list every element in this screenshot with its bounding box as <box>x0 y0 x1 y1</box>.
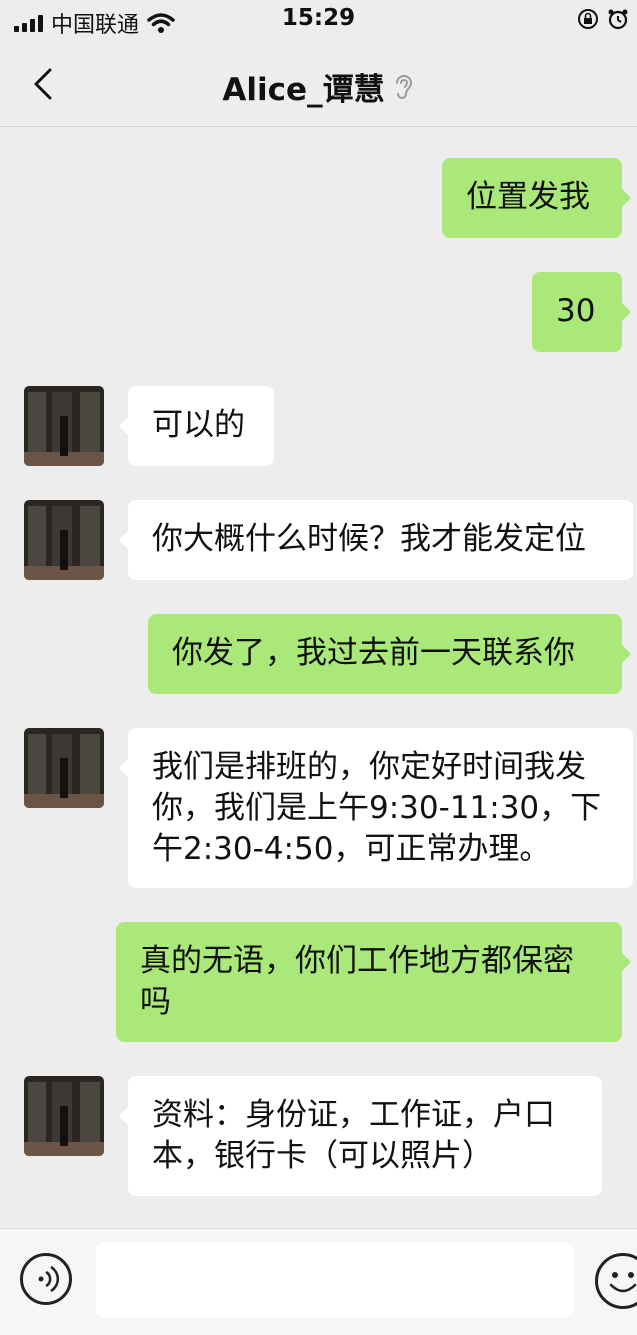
status-right <box>577 8 629 30</box>
chat-title: Alice_谭慧 <box>0 64 637 109</box>
emoji-icon <box>609 1272 637 1293</box>
alarm-icon <box>608 9 628 30</box>
message-input[interactable] <box>96 1242 574 1318</box>
emoji-button[interactable] <box>595 1253 637 1309</box>
contact-avatar[interactable] <box>24 1076 104 1156</box>
contact-avatar[interactable] <box>24 386 104 466</box>
input-bar <box>0 1228 637 1335</box>
incoming-bubble[interactable]: 资料：身份证，工作证，户口本，银行卡（可以照片） <box>119 1076 602 1196</box>
contact-name: Alice_谭慧 <box>222 72 385 108</box>
contact-avatar[interactable] <box>24 728 104 808</box>
incoming-bubble[interactable]: 你大概什么时候？我才能发定位 <box>119 500 633 580</box>
outgoing-bubble[interactable]: 位置发我 <box>442 158 631 238</box>
rotation-lock-icon <box>578 9 598 29</box>
voice-icon <box>38 1265 60 1293</box>
contact-avatar[interactable] <box>24 500 104 580</box>
status-time: 15:29 <box>281 5 356 31</box>
incoming-bubble[interactable]: 可以的 <box>119 386 274 466</box>
outgoing-bubble[interactable]: 你发了，我过去前一天联系你 <box>148 614 631 694</box>
outgoing-bubble[interactable]: 真的无语，你们工作地方都保密吗 <box>116 922 631 1042</box>
incoming-bubble[interactable]: 我们是排班的，你定好时间我发你，我们是上午9:30-11:30，下午2:30-4… <box>119 728 633 888</box>
chat-header: Alice_谭慧 <box>0 40 637 127</box>
voice-button[interactable] <box>20 1253 72 1305</box>
ear-icon <box>395 74 412 99</box>
outgoing-bubble[interactable]: 30 <box>532 272 631 352</box>
status-bar: 中国联通 15:29 <box>0 0 637 40</box>
